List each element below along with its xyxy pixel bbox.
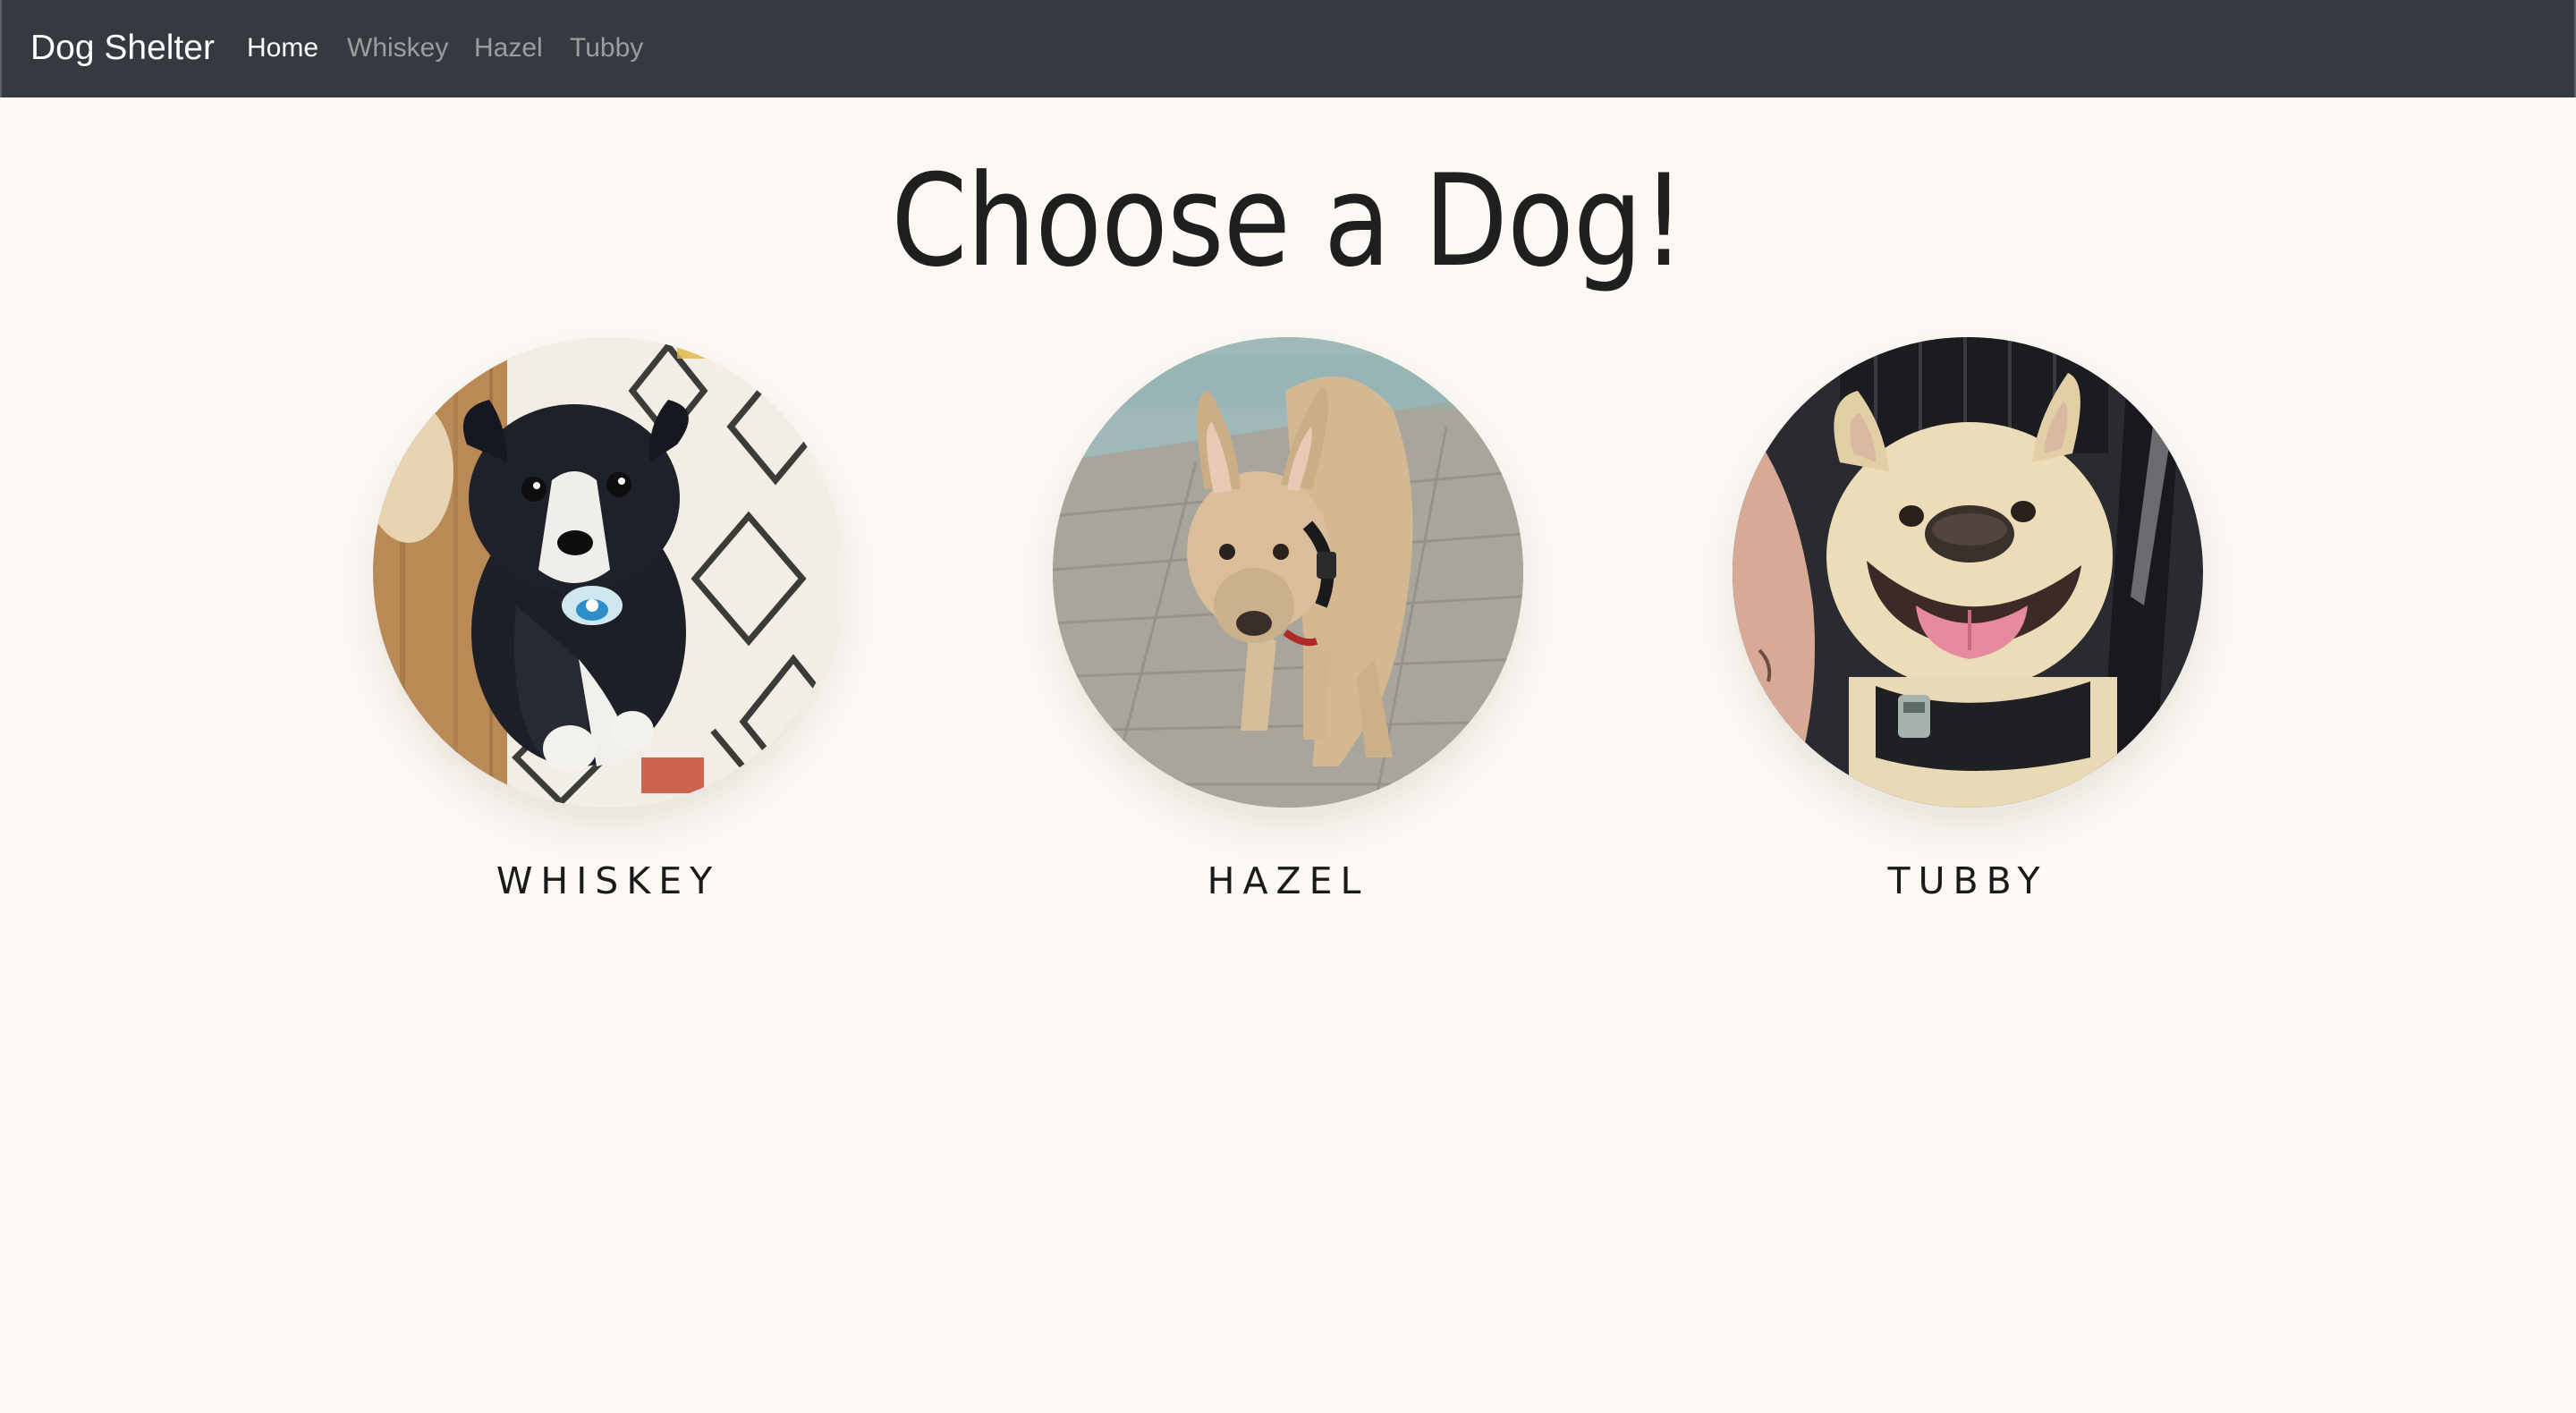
dog-card-hazel[interactable]: Hazel [1053, 337, 1523, 902]
nav-link-whiskey[interactable]: Whiskey [347, 30, 448, 66]
nav-link-hazel[interactable]: Hazel [474, 30, 543, 66]
nav-link-tubby[interactable]: Tubby [570, 30, 643, 66]
page-title: Choose a Dog! [891, 148, 1685, 295]
hazel-photo[interactable] [1053, 337, 1523, 808]
nav-link-home[interactable]: Home [247, 30, 318, 66]
whiskey-photo[interactable] [373, 337, 843, 808]
dog-name-whiskey[interactable]: Whiskey [319, 856, 897, 906]
dog-card-tubby[interactable]: Tubby [1733, 337, 2203, 902]
dog-name-hazel[interactable]: Hazel [999, 856, 1577, 906]
tubby-photo[interactable] [1733, 337, 2203, 808]
brand-link[interactable]: Dog Shelter [30, 25, 215, 72]
navbar: Dog Shelter Home Whiskey Hazel Tubby [0, 0, 2576, 97]
dog-name-tubby[interactable]: Tubby [1679, 856, 2257, 906]
dog-card-whiskey[interactable]: Whiskey [373, 337, 843, 902]
